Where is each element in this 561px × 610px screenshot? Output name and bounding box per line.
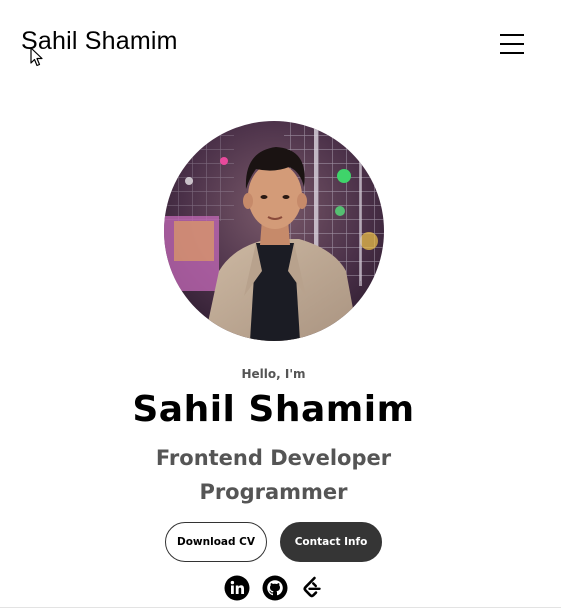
contact-info-button[interactable]: Contact Info: [280, 522, 382, 562]
profile-name-heading: Sahil Shamim: [132, 389, 415, 430]
greeting-text: Hello, I'm: [241, 367, 306, 381]
hamburger-line: [500, 52, 524, 54]
hamburger-line: [500, 34, 524, 36]
download-cv-button[interactable]: Download CV: [165, 522, 267, 562]
profile-photo: [164, 121, 384, 341]
leetcode-icon[interactable]: [299, 575, 325, 601]
brand-logo-text[interactable]: Sahil Shamim: [21, 27, 178, 56]
mouse-cursor-icon: [30, 47, 43, 67]
profile-photo-illustration: [164, 121, 384, 341]
portfolio-page: Sahil Shamim Hello, I'm Sahil Shamim Fro…: [0, 0, 561, 610]
page-divider: [0, 607, 561, 608]
github-icon[interactable]: [262, 575, 288, 601]
role-title: Programmer: [199, 480, 348, 504]
role-title: Frontend Developer: [155, 446, 392, 470]
linkedin-icon[interactable]: [224, 575, 250, 601]
hamburger-line: [500, 43, 524, 45]
hamburger-menu-icon[interactable]: [500, 31, 527, 55]
